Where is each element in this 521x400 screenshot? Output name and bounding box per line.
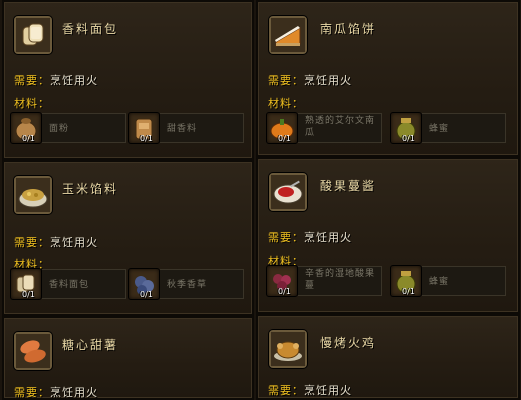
requires-label: 需要： [268,74,304,87]
requires-label: 需要： [268,384,304,397]
requirement-value: 烹饪用火 [50,386,98,399]
requirement-value: 烹饪用火 [304,384,352,397]
recipe-title: 酸果蔓酱 [320,179,377,193]
reagent-name: 蜂蜜 [429,277,450,287]
recipe-card[interactable]: 慢烤火鸡 需要：烹饪用火 [256,314,520,400]
cranberry-sauce-icon[interactable] [269,173,307,211]
requirement-line: 需要：烹饪用火 [268,382,352,398]
reagent-count: 0/1 [140,134,153,143]
recipe-title: 香料面包 [62,22,119,36]
requirement-line: 需要：烹饪用火 [14,72,98,88]
reagent-count: 0/1 [402,287,415,296]
requirement-value: 烹饪用火 [50,236,98,249]
reagent-count: 0/1 [402,134,415,143]
requires-label: 需要： [14,386,50,399]
recipe-card[interactable]: 南瓜馅饼 需要：烹饪用火 材料： 0/1 熟透的艾尔文南瓜 0/1 蜂蜜 [256,0,520,157]
corn-stuffing-icon[interactable] [14,176,52,214]
requirement-line: 需要：烹饪用火 [268,229,352,245]
requirement-value: 烹饪用火 [50,74,98,87]
recipe-title: 慢烤火鸡 [320,336,377,350]
reagent-count: 0/1 [278,287,291,296]
requirement-value: 烹饪用火 [304,74,352,87]
reagent-name: 秋季香草 [167,280,208,290]
recipe-title: 糖心甜薯 [62,338,119,352]
recipe-card[interactable]: 糖心甜薯 需要：烹饪用火 [2,316,254,400]
requires-label: 需要： [268,231,304,244]
requires-label: 需要： [14,236,50,249]
reagent-name: 辛香的湿地酸果蔓 [305,269,376,291]
recipe-grid: 香料面包 需要：烹饪用火 材料： 0/1 面粉 0/1 甜香料 南瓜馅饼 需要：… [0,0,521,400]
recipe-card[interactable]: 酸果蔓酱 需要：烹饪用火 材料： 0/1 辛香的湿地酸果蔓 0/1 蜂蜜 [256,157,520,314]
pumpkin-pie-icon[interactable] [269,16,307,54]
reagent-name: 香料面包 [49,280,90,290]
requirement-line: 需要：烹饪用火 [14,384,98,399]
reagent-name: 熟透的艾尔文南瓜 [305,116,376,138]
reagent-count: 0/1 [22,290,35,299]
reagent-count: 0/1 [140,290,153,299]
reagent-count: 0/1 [278,134,291,143]
recipe-card[interactable]: 玉米馅料 需要：烹饪用火 材料： 0/1 香料面包 0/1 秋季香草 [2,160,254,316]
reagent-count: 0/1 [22,134,35,143]
materials-label: 材料： [268,97,304,110]
reagent-name: 蜂蜜 [429,124,450,134]
requirement-line: 需要：烹饪用火 [14,234,98,250]
roast-turkey-icon[interactable] [269,330,307,368]
reagent-name: 面粉 [49,124,70,134]
requirement-line: 需要：烹饪用火 [268,72,352,88]
recipe-title: 玉米馅料 [62,182,119,196]
sweet-potato-icon[interactable] [14,332,52,370]
recipe-title: 南瓜馅饼 [320,22,377,36]
materials-label: 材料： [14,97,50,110]
requires-label: 需要： [14,74,50,87]
recipe-card[interactable]: 香料面包 需要：烹饪用火 材料： 0/1 面粉 0/1 甜香料 [2,0,254,160]
reagent-name: 甜香料 [167,124,198,134]
requirement-value: 烹饪用火 [304,231,352,244]
bread-icon[interactable] [14,16,52,54]
